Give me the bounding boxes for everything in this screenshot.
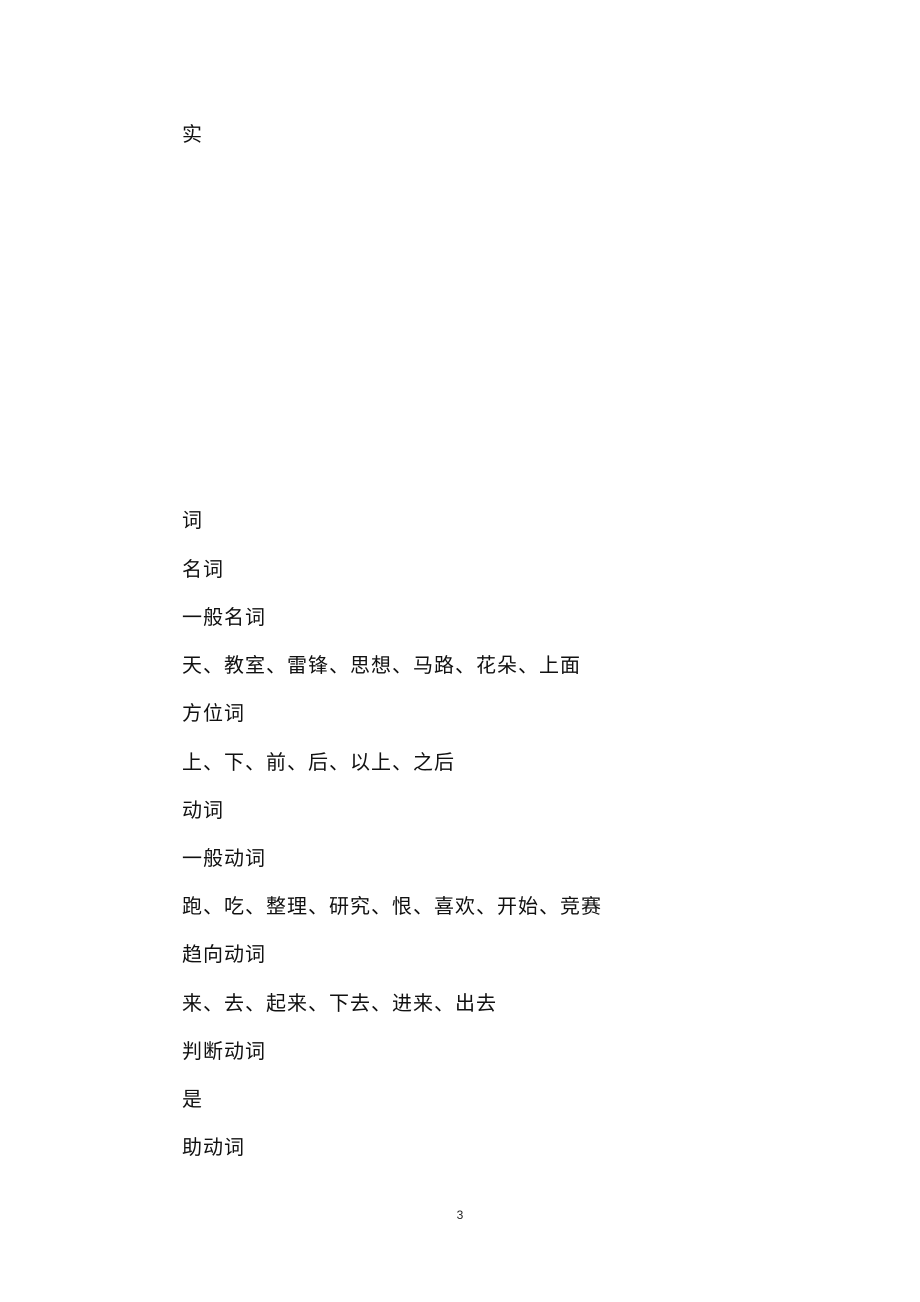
examples-judgment-verb: 是	[182, 1087, 203, 1111]
heading-verb: 动词	[182, 798, 224, 822]
heading-locative-noun: 方位词	[182, 701, 245, 725]
heading-general-noun: 一般名词	[182, 605, 266, 629]
header-character: 实	[182, 122, 203, 146]
heading-word: 词	[182, 508, 203, 532]
heading-directional-verb: 趋向动词	[182, 942, 266, 966]
examples-general-verb: 跑、吃、整理、研究、恨、喜欢、开始、竞赛	[182, 894, 602, 918]
examples-directional-verb: 来、去、起来、下去、进来、出去	[182, 991, 497, 1015]
heading-auxiliary-verb: 助动词	[182, 1135, 245, 1159]
heading-judgment-verb: 判断动词	[182, 1039, 266, 1063]
heading-general-verb: 一般动词	[182, 846, 266, 870]
heading-noun: 名词	[182, 557, 224, 581]
examples-general-noun: 天、教室、雷锋、思想、马路、花朵、上面	[182, 653, 581, 677]
examples-locative-noun: 上、下、前、后、以上、之后	[182, 750, 455, 774]
page-number: 3	[456, 1208, 464, 1222]
document-page: 实 词 名词 一般名词 天、教室、雷锋、思想、马路、花朵、上面 方位词 上、下、…	[0, 0, 920, 1302]
